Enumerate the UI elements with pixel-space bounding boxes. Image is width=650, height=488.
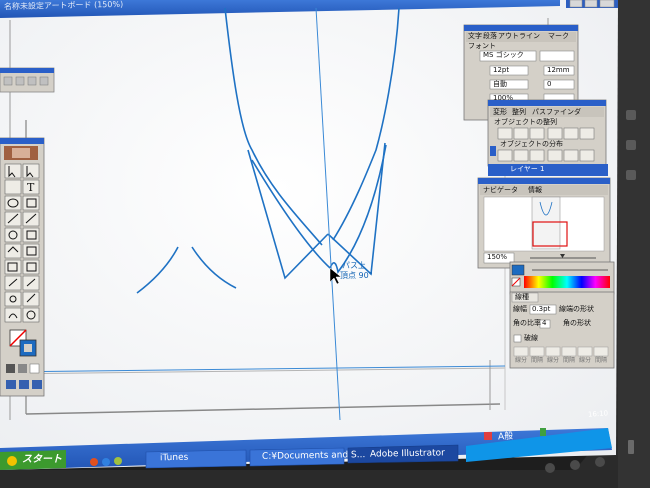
- layer-name[interactable]: レイヤー 1: [510, 166, 544, 173]
- align-objects-label: オブジェクトの整列: [494, 118, 557, 126]
- stroke-tab[interactable]: 線種: [515, 294, 529, 301]
- leading-field[interactable]: 12mm: [547, 67, 570, 74]
- gap-label: 間隔: [531, 357, 544, 364]
- svg-text:T: T: [27, 181, 35, 194]
- join-label: 角の形状: [563, 319, 591, 327]
- ratio-field[interactable]: 4: [542, 320, 546, 327]
- transform-tab[interactable]: 変形: [493, 109, 507, 116]
- start-button[interactable]: スタート: [22, 455, 62, 465]
- toolbox: T: [0, 137, 45, 397]
- paragraph-tab[interactable]: 段落: [483, 33, 497, 40]
- cap-label: 線端の形状: [559, 305, 594, 313]
- gap-label: 間隔: [595, 357, 608, 364]
- ratio-label: 角の比率: [513, 319, 541, 327]
- dashed-label: 破線: [524, 334, 538, 342]
- navigator-zoom-field[interactable]: 150%: [487, 254, 507, 261]
- taskbar-item-itunes[interactable]: iTunes: [160, 453, 188, 463]
- kerning-field[interactable]: 0: [547, 81, 551, 88]
- dash-label: 線分: [515, 357, 528, 364]
- align-tab[interactable]: 整列: [512, 109, 526, 116]
- cursor-hint-path: パス上: [342, 261, 366, 270]
- font-size-field[interactable]: 12pt: [493, 67, 509, 74]
- font-select[interactable]: MS ゴシック: [483, 52, 524, 59]
- outline-tab[interactable]: アウトライン: [498, 33, 540, 40]
- dash-label: 線分: [547, 357, 560, 364]
- ime-indicator[interactable]: A般: [498, 432, 514, 443]
- taskbar-item-explorer[interactable]: C:¥Documents and S...: [262, 450, 365, 462]
- distribute-objects-label: オブジェクトの分布: [500, 140, 563, 148]
- font-label: フォント: [468, 42, 496, 50]
- tracking-field[interactable]: 自動: [493, 81, 507, 88]
- mark-tab[interactable]: マーク: [548, 33, 569, 40]
- pathfinder-tab[interactable]: パスファインダ: [532, 109, 581, 116]
- cursor-hint-angle: 頂点 90°: [340, 271, 373, 280]
- dash-label: 線分: [579, 357, 592, 364]
- gap-label: 間隔: [563, 357, 576, 364]
- navigator-tab[interactable]: ナビゲータ: [483, 187, 518, 194]
- stroke-weight-field[interactable]: 0.3pt: [532, 306, 550, 313]
- taskbar-clock: 16:10: [587, 409, 609, 419]
- stroke-weight-label: 線幅: [513, 305, 527, 313]
- info-tab[interactable]: 情報: [528, 187, 542, 194]
- taskbar-item-illustrator[interactable]: Adobe Illustrator: [370, 448, 445, 459]
- color-panel-frame: [509, 261, 615, 295]
- scale-field[interactable]: 100%: [493, 95, 513, 102]
- character-tab[interactable]: 文字: [468, 33, 482, 40]
